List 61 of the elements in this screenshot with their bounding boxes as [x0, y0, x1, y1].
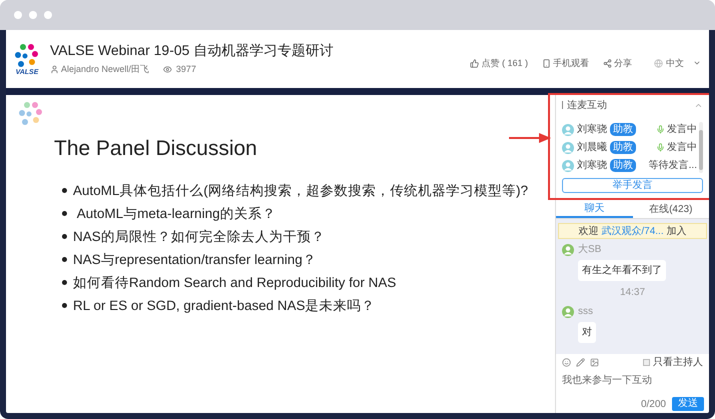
bullet-icon	[62, 210, 67, 216]
bullet-text: NAS与representation/transfer learning？	[73, 250, 316, 268]
bullet-text: AutoML具体包括什么(网络结构搜索，超参数搜索，传统机器学习模型等)?	[73, 182, 528, 200]
share-button[interactable]: 分享	[603, 56, 632, 70]
participant-name: 刘晨曦	[577, 140, 607, 155]
welcome-banner: 欢迎 武汉观众/74... 加入	[558, 223, 707, 239]
chat-username: sss	[578, 305, 593, 319]
speaking-status: 发言中	[667, 122, 697, 137]
role-badge: 助教	[610, 159, 636, 172]
speaking-status: 等待发言...	[648, 158, 697, 173]
thumbs-up-icon	[470, 58, 480, 68]
image-icon[interactable]	[590, 358, 599, 366]
chat-bubble: 有生之年看不到了	[578, 260, 666, 281]
role-badge: 助教	[610, 123, 636, 136]
role-badge: 助教	[610, 141, 636, 154]
participant-name: 刘寒骁	[577, 158, 607, 173]
chat-username: 大SB	[578, 242, 602, 257]
bullet-icon	[62, 280, 67, 284]
avatar-icon	[562, 160, 574, 172]
message-input[interactable]: 我也来参与一下互动	[556, 369, 709, 395]
speaking-status: 发言中	[667, 140, 697, 155]
annotation-arrow	[509, 133, 551, 143]
like-button[interactable]: 点赞 ( 161 )	[470, 56, 528, 70]
bullet-icon	[62, 234, 67, 238]
globe-icon	[654, 58, 663, 68]
eye-icon	[163, 64, 172, 74]
host-only-checkbox[interactable]	[643, 358, 650, 366]
bullet-icon	[62, 188, 67, 192]
bullet-text: NAS的局限性？如何完全除去人为干预？	[73, 228, 325, 246]
language-dropdown[interactable]: 中文	[654, 56, 701, 70]
logo-icon	[18, 101, 44, 127]
avatar-icon	[562, 306, 574, 318]
bullet-text: RL or ES or SGD, gradient-based NAS是未来吗？	[73, 296, 376, 314]
avatar-icon	[562, 124, 574, 136]
send-button[interactable]: 发送	[672, 397, 704, 411]
raise-hand-button[interactable]: 举手发言	[562, 178, 703, 193]
webinar-title: VALSE Webinar 19-05 自动机器学习专题研讨	[50, 42, 334, 60]
avatar-icon	[562, 142, 574, 154]
section-title: 连麦互动	[567, 98, 607, 112]
participant-name: 刘寒骁	[577, 122, 607, 137]
logo-icon	[14, 42, 40, 68]
bullet-icon	[62, 256, 67, 262]
chat-tab[interactable]: 在线(423)	[632, 201, 709, 218]
bullet-text: 如何看待Random Search and Reproducibility for NAS	[73, 274, 396, 292]
view-count: 3977	[176, 62, 196, 76]
pencil-icon[interactable]	[576, 358, 585, 366]
scrollbar[interactable]	[699, 122, 703, 173]
emoji-icon[interactable]	[562, 358, 571, 366]
bullet-icon	[62, 302, 67, 308]
avatar-icon	[562, 244, 574, 256]
presenter-name: Alejandro Newell/田飞	[61, 62, 150, 76]
bullet-text: AutoML与meta-learning的关系？	[76, 204, 276, 222]
host-only-label: 只看主持人	[653, 356, 703, 370]
chat-bubble: 对	[578, 322, 596, 343]
mobile-button[interactable]: 手机观看	[542, 56, 589, 70]
slide-title: The Panel Discussion	[54, 136, 258, 162]
message-time: 14:37	[620, 286, 646, 300]
character-counter: 0/200	[640, 398, 666, 412]
share-icon	[603, 58, 612, 68]
person-icon	[50, 64, 59, 74]
phone-icon	[542, 58, 551, 68]
